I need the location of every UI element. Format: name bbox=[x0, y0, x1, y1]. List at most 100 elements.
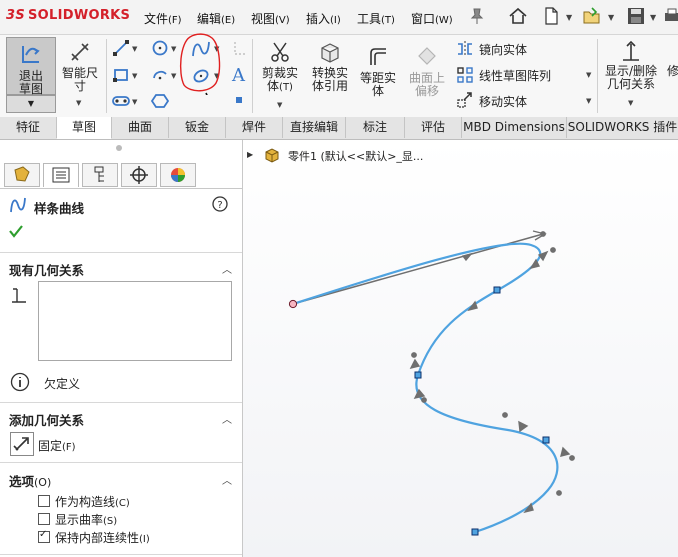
new-document-icon[interactable] bbox=[541, 6, 561, 26]
new-dropdown-icon[interactable]: ▼ bbox=[566, 13, 572, 22]
appearance-icon bbox=[171, 168, 185, 182]
menu-insert[interactable]: 插入(I) bbox=[306, 10, 341, 27]
relations-icon bbox=[623, 40, 639, 61]
offset-entities-button[interactable]: 等距实体 bbox=[356, 37, 400, 98]
slot-dropdown[interactable]: ▼ bbox=[132, 98, 137, 106]
configuration-manager-tab[interactable] bbox=[82, 163, 118, 187]
option-show-curvature-checkbox[interactable]: 显示曲率(S) bbox=[38, 511, 117, 528]
offset-entities-icon bbox=[370, 48, 386, 65]
sketch-canvas bbox=[288, 230, 575, 536]
spline-point bbox=[414, 371, 422, 379]
display-manager-tab[interactable] bbox=[160, 163, 196, 187]
linear-pattern-dropdown[interactable]: ▼ bbox=[586, 71, 591, 79]
line-icon[interactable] bbox=[112, 39, 130, 57]
mirror-entities-button[interactable]: 镜向实体 bbox=[479, 41, 527, 58]
tab-sheet-metal[interactable]: 钣金 bbox=[169, 117, 226, 138]
spline-icon bbox=[10, 197, 26, 213]
manager-tabs bbox=[0, 162, 242, 189]
tab-direct-editing[interactable]: 直接编辑 bbox=[283, 117, 346, 138]
fixed-relation-label[interactable]: 固定(F) bbox=[38, 437, 76, 454]
add-relations-header[interactable]: 添加几何关系 bbox=[9, 410, 84, 429]
save-dropdown-icon[interactable]: ▼ bbox=[650, 13, 656, 22]
sketch-fillet-icon bbox=[234, 42, 247, 55]
ok-checkmark-icon[interactable] bbox=[8, 223, 24, 239]
open-dropdown-icon[interactable]: ▼ bbox=[608, 13, 614, 22]
mirror-icon[interactable] bbox=[456, 40, 474, 58]
convert-entities-button[interactable]: 转换实体引用 bbox=[306, 37, 354, 93]
property-manager-tab[interactable] bbox=[43, 163, 79, 187]
existing-relations-header[interactable]: 现有几何关系 bbox=[9, 260, 84, 279]
option-internal-continuity-checkbox[interactable]: 保持内部连续性(I) bbox=[38, 529, 150, 546]
slot-icon[interactable] bbox=[112, 92, 130, 110]
options-header[interactable]: 选项(O) bbox=[9, 471, 51, 490]
section-divider bbox=[0, 402, 242, 403]
home-icon[interactable] bbox=[508, 6, 528, 26]
line-dropdown[interactable]: ▼ bbox=[132, 45, 137, 53]
spline-curve bbox=[292, 242, 559, 534]
tab-features[interactable]: 特征 bbox=[0, 117, 57, 138]
property-manager-title: 样条曲线 bbox=[34, 201, 85, 216]
display-delete-relations-button[interactable]: 显示/删除几何关系 bbox=[600, 37, 662, 93]
offset-on-surface-button[interactable]: 曲面上偏移 bbox=[404, 37, 450, 98]
trim-dropdown[interactable]: ▼ bbox=[277, 101, 282, 109]
smart-dimension-button[interactable]: 智能尺寸 bbox=[58, 37, 102, 93]
tab-weldments[interactable]: 焊件 bbox=[226, 117, 283, 138]
linear-pattern-icon[interactable] bbox=[456, 66, 474, 84]
help-icon[interactable]: ? bbox=[212, 196, 228, 212]
relations-dropdown[interactable]: ▼ bbox=[628, 99, 633, 107]
circle-icon[interactable] bbox=[151, 39, 169, 57]
move-entities-icon[interactable] bbox=[456, 91, 474, 109]
point-icon[interactable] bbox=[234, 95, 244, 105]
info-icon bbox=[10, 372, 30, 392]
menu-window[interactable]: 窗口(W) bbox=[411, 10, 453, 27]
tab-markup[interactable]: 标注 bbox=[346, 117, 405, 138]
command-manager-tabs: 特征 草图 曲面 钣金 焊件 直接编辑 标注 评估 MBD Dimensions… bbox=[0, 117, 678, 140]
property-sheet-icon bbox=[52, 167, 70, 183]
rectangle-icon[interactable] bbox=[112, 66, 130, 84]
sketch-text-icon[interactable]: A bbox=[232, 65, 250, 86]
menu-tools[interactable]: 工具(T) bbox=[357, 10, 395, 27]
panel-resize-handle[interactable] bbox=[116, 145, 122, 151]
exit-sketch-dropdown[interactable]: ▼ bbox=[6, 95, 56, 113]
linear-sketch-pattern-button[interactable]: 线性草图阵列 bbox=[479, 67, 551, 84]
exit-sketch-button[interactable]: 退出草图 bbox=[6, 37, 56, 96]
exit-sketch-icon bbox=[22, 46, 40, 63]
dimxpert-manager-tab[interactable] bbox=[121, 163, 157, 187]
tab-evaluate[interactable]: 评估 bbox=[405, 117, 462, 138]
repair-sketch-button[interactable]: 修 bbox=[666, 65, 678, 81]
menu-view[interactable]: 视图(V) bbox=[251, 10, 290, 27]
tab-surfaces[interactable]: 曲面 bbox=[112, 117, 169, 138]
open-folder-icon[interactable] bbox=[582, 6, 602, 26]
print-icon[interactable] bbox=[662, 6, 678, 26]
menu-edit[interactable]: 编辑(E) bbox=[197, 10, 235, 27]
graphics-area[interactable]: ▶ 零件1 (默认<<默认>_显... bbox=[243, 140, 678, 557]
solidworks-logo[interactable]: 3S SOLIDWORKS bbox=[6, 8, 130, 23]
smart-dimension-icon bbox=[71, 43, 89, 61]
tab-solidworks-addins[interactable]: SOLIDWORKS 插件 bbox=[567, 117, 678, 138]
menu-file[interactable]: 文件(F) bbox=[144, 10, 182, 27]
section-divider bbox=[0, 462, 242, 463]
polygon-icon[interactable] bbox=[151, 92, 169, 110]
tab-mbd-dimensions[interactable]: MBD Dimensions bbox=[462, 117, 567, 138]
ribbon-separator bbox=[252, 39, 253, 113]
collapse-caret-icon[interactable]: ︿ bbox=[222, 261, 232, 276]
tab-sketch[interactable]: 草图 bbox=[57, 117, 112, 139]
collapse-caret-icon[interactable]: ︿ bbox=[222, 411, 232, 426]
arc-icon[interactable] bbox=[151, 66, 169, 84]
move-entities-button[interactable]: 移动实体 bbox=[479, 93, 527, 110]
relations-icon bbox=[12, 288, 26, 303]
save-icon[interactable] bbox=[626, 6, 646, 26]
trim-entities-button[interactable]: 剪裁实体(T) bbox=[256, 37, 304, 107]
fixed-relation-button[interactable] bbox=[10, 432, 34, 456]
spline-start-point bbox=[288, 299, 298, 309]
option-construction-checkbox[interactable]: 作为构造线(C) bbox=[38, 493, 130, 510]
smart-dimension-dropdown[interactable]: ▼ bbox=[76, 99, 81, 107]
pin-icon[interactable] bbox=[467, 6, 487, 26]
existing-relations-list[interactable] bbox=[38, 281, 232, 361]
rectangle-dropdown[interactable]: ▼ bbox=[132, 72, 137, 80]
spline-handles bbox=[409, 231, 575, 514]
feature-manager-tab[interactable] bbox=[4, 163, 40, 187]
move-dropdown[interactable]: ▼ bbox=[586, 97, 591, 105]
offset-on-surface-icon bbox=[418, 47, 436, 65]
collapse-caret-icon[interactable]: ︿ bbox=[222, 472, 232, 487]
